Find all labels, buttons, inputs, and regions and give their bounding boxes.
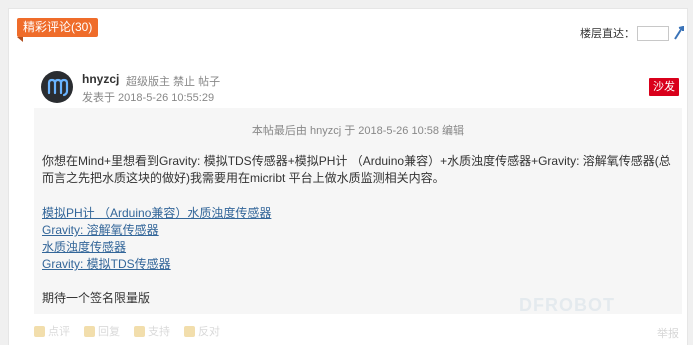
avatar[interactable] bbox=[41, 71, 73, 103]
edit-note: 本帖最后由 hnyzcj 于 2018-5-26 10:58 编辑 bbox=[251, 125, 465, 137]
reply-icon bbox=[84, 325, 95, 337]
go-arrow-icon[interactable] bbox=[673, 26, 685, 40]
floor-badge: 沙发 bbox=[649, 78, 679, 96]
avatar-logo-icon bbox=[47, 78, 69, 97]
oppose-action[interactable]: 反对 bbox=[184, 323, 220, 339]
floor-jump-label: 楼层直达： bbox=[580, 28, 635, 40]
post-actions: 点评 回复 支持 反对 bbox=[34, 323, 220, 339]
rate-action[interactable]: 点评 bbox=[34, 323, 70, 339]
support-action[interactable]: 支持 bbox=[134, 323, 170, 339]
comment-card: 精彩评论(30) 楼层直达： hnyzcj 超级版主 禁止 帖子 发表于 201… bbox=[8, 8, 688, 345]
floor-jump: 楼层直达： bbox=[580, 25, 685, 41]
author-name[interactable]: hnyzcj bbox=[82, 72, 119, 86]
link-dissolved-oxygen[interactable]: Gravity: 溶解氧传感器 bbox=[42, 222, 271, 239]
post-time: 发表于 2018-5-26 10:55:29 bbox=[82, 92, 215, 104]
post-closing: 期待一个签名限量版 bbox=[42, 291, 151, 305]
featured-comments-tag: 精彩评论(30) bbox=[17, 18, 99, 42]
link-turbidity[interactable]: 水质浊度传感器 bbox=[42, 239, 271, 256]
report-link[interactable]: 举报 bbox=[657, 325, 679, 341]
author-role: 超级版主 禁止 帖子 bbox=[126, 76, 221, 88]
reply-action[interactable]: 回复 bbox=[84, 323, 120, 339]
rate-icon bbox=[34, 325, 45, 337]
link-tds[interactable]: Gravity: 模拟TDS传感器 bbox=[42, 256, 271, 273]
thumb-down-icon bbox=[184, 325, 195, 337]
thumb-up-icon bbox=[134, 325, 145, 337]
link-list: 模拟PH计 （Arduino兼容）水质浊度传感器 Gravity: 溶解氧传感器… bbox=[42, 205, 271, 273]
watermark: DFROBOT bbox=[519, 295, 615, 315]
post-paragraph: 你想在Mind+里想看到Gravity: 模拟TDS传感器+模拟PH计 （Ard… bbox=[42, 154, 671, 185]
floor-jump-input[interactable] bbox=[637, 25, 669, 41]
link-ph-turbidity[interactable]: 模拟PH计 （Arduino兼容）水质浊度传感器 bbox=[42, 205, 271, 222]
post-content: 本帖最后由 hnyzcj 于 2018-5-26 10:58 编辑 你想在Min… bbox=[34, 108, 682, 314]
